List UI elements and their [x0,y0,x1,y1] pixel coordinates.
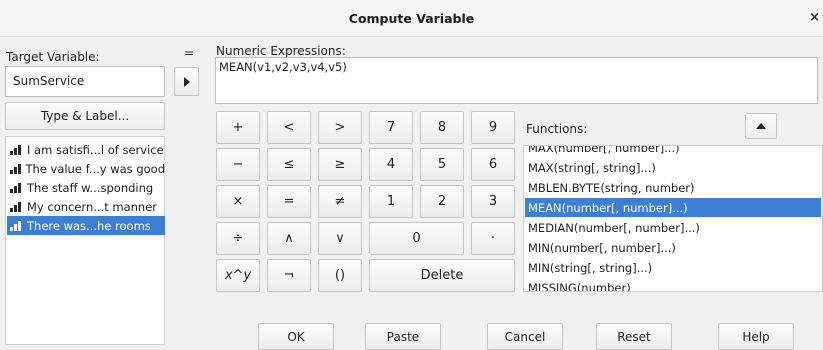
function-item[interactable]: MEDIAN(number[, number]...) [525,218,821,237]
function-item[interactable]: MAX(string[, string]...) [525,158,821,177]
key-7[interactable]: 7 [369,111,413,144]
function-item-label: MAX(string[, string]...) [528,160,656,175]
key-0[interactable]: 0 [369,222,464,255]
close-icon[interactable]: × [809,10,820,25]
help-button[interactable]: Help [718,323,794,350]
variable-item[interactable]: My concern...t manner [7,197,165,216]
dialog-title: Compute Variable [348,11,475,26]
variable-item-label: My concern...t manner [27,199,158,214]
key-multiply[interactable]: × [216,185,260,218]
variable-item-label: The value f...y was good [25,161,165,176]
function-item-label: MEDIAN(number[, number]...) [528,220,700,235]
key-decimal[interactable]: · [471,222,515,255]
scale-measure-icon [10,220,24,231]
numeric-expression-label: Numeric Expressions: [216,44,346,58]
function-item-label: MISSING(number) [528,280,631,292]
key-plus[interactable]: + [216,111,260,144]
key-3[interactable]: 3 [471,185,515,218]
function-item[interactable]: MAX(number[, number]...) [525,145,821,157]
key-or[interactable]: ∨ [318,222,362,255]
key-power[interactable]: x^y [216,259,260,292]
function-item[interactable]: MISSING(number) [525,278,821,292]
variable-item[interactable]: The value f...y was good [7,159,165,178]
target-variable-label: Target Variable: [6,50,100,64]
key-not-equal[interactable]: ≠ [318,185,362,218]
type-label-button[interactable]: Type & Label... [5,102,165,130]
scale-measure-icon [10,163,22,174]
key-not[interactable]: ¬ [267,259,311,292]
function-item-label: MEAN(number[, number]...) [528,200,688,215]
function-item-label: MBLEN.BYTE(string, number) [528,180,695,195]
ok-button[interactable]: OK [258,323,334,350]
reset-button[interactable]: Reset [596,323,672,350]
scale-measure-icon [10,201,24,212]
arrow-right-icon [183,76,190,87]
variable-item-label: The staff w...sponding [27,180,154,195]
key-delete[interactable]: Delete [369,259,515,292]
variable-item-label: I am satisfi...l of service [27,142,164,157]
key-9[interactable]: 9 [471,111,515,144]
key-less-than[interactable]: < [267,111,311,144]
key-4[interactable]: 4 [369,148,413,181]
function-item[interactable]: MIN(string[, string]...) [525,258,821,277]
function-item-label: MAX(number[, number]...) [528,145,680,155]
variable-item[interactable]: I am satisfi...l of service [7,140,165,159]
variable-list[interactable]: I am satisfi...l of service The value f..… [5,136,165,345]
function-item[interactable]: MIN(number[, number]...) [525,238,821,257]
key-8[interactable]: 8 [420,111,464,144]
scale-measure-icon [10,144,24,155]
arrow-up-icon [756,123,766,129]
equals-sign: = [184,46,195,60]
variable-item-label: There was...he rooms [27,218,151,233]
target-variable-input[interactable]: SumService [5,66,165,97]
numeric-expression-input[interactable]: MEAN(v1,v2,v3,v4,v5) [215,57,818,104]
key-greater-equal[interactable]: ≥ [318,148,362,181]
function-item-label: MIN(number[, number]...) [528,240,676,255]
key-less-equal[interactable]: ≤ [267,148,311,181]
key-minus[interactable]: − [216,148,260,181]
title-bar: Compute Variable × [0,0,823,37]
key-1[interactable]: 1 [369,185,413,218]
target-variable-value: SumService [13,74,85,88]
cancel-button[interactable]: Cancel [487,323,563,350]
paste-button[interactable]: Paste [365,323,441,350]
functions-label: Functions: [526,122,588,136]
function-item-label: MIN(string[, string]...) [528,260,653,275]
move-to-expression-button[interactable] [174,67,199,96]
scale-measure-icon [10,182,24,193]
scroll-up-button[interactable] [745,113,777,139]
numeric-expression-value: MEAN(v1,v2,v3,v4,v5) [219,60,347,74]
key-6[interactable]: 6 [471,148,515,181]
variable-item[interactable]: There was...he rooms [7,216,165,235]
key-equal[interactable]: = [267,185,311,218]
key-2[interactable]: 2 [420,185,464,218]
variable-item[interactable]: The staff w...sponding [7,178,165,197]
function-item[interactable]: MBLEN.BYTE(string, number) [525,178,821,197]
key-5[interactable]: 5 [420,148,464,181]
functions-list[interactable]: MAX(number[, number]...) MAX(string[, str… [523,145,823,292]
key-and[interactable]: ∧ [267,222,311,255]
function-item[interactable]: MEAN(number[, number]...) [525,198,821,217]
key-greater-than[interactable]: > [318,111,362,144]
key-parentheses[interactable]: () [318,259,362,292]
key-divide[interactable]: ÷ [216,222,260,255]
